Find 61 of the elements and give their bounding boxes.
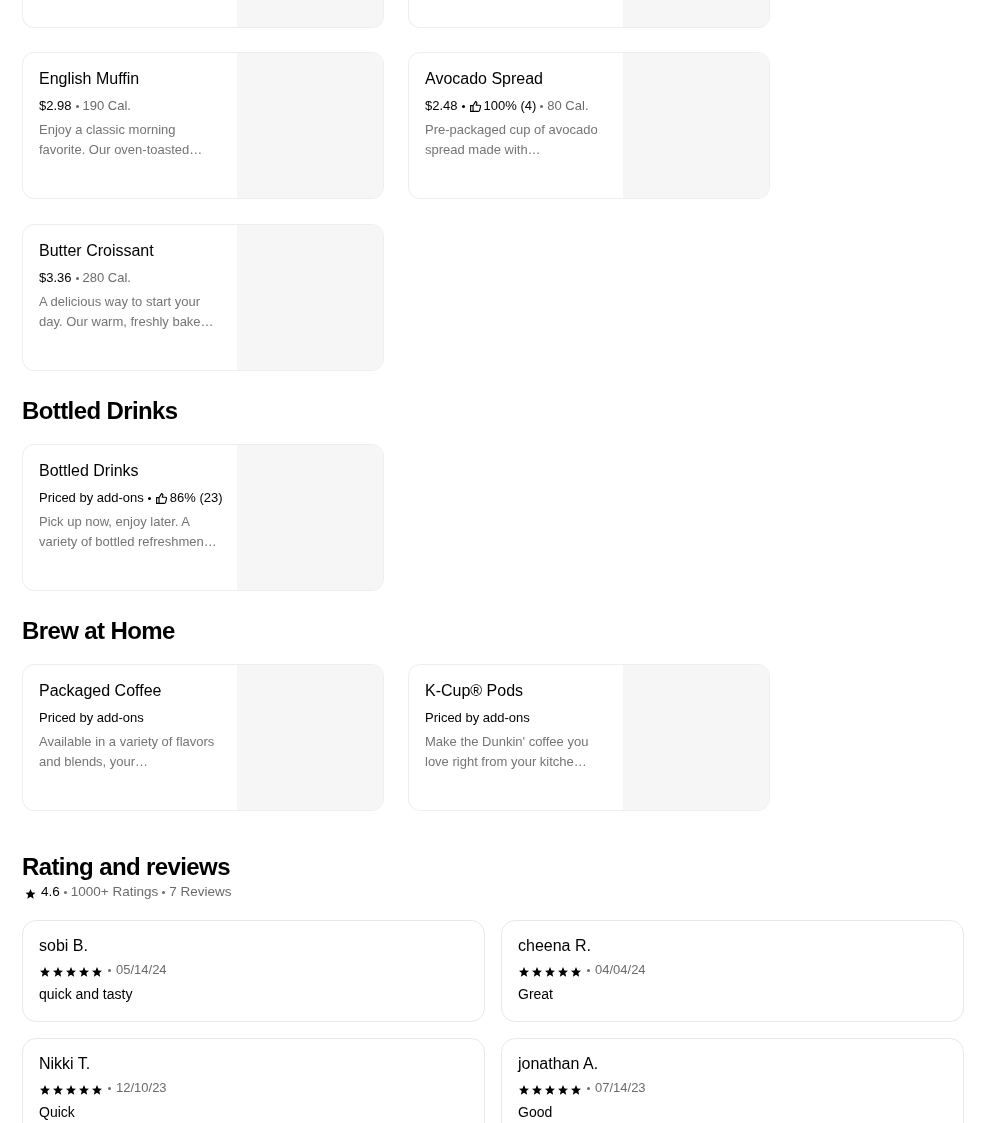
ratings-count: 1000+ Ratings [70, 883, 159, 901]
separator-dot [75, 276, 79, 280]
section-heading: Bottled Drinks [22, 396, 179, 426]
item-name: Bottled Drinks [39, 461, 140, 481]
item-name: English Muffin [39, 69, 141, 89]
separator-dot [587, 968, 590, 972]
item-price: Priced by add-ons [425, 709, 530, 727]
item-card[interactable]: Butter Croissant $3.36 280 Cal. A delicious way to start your day. Our warm, freshly bake… [22, 224, 384, 371]
item-name: Avocado Spread [425, 69, 544, 89]
item-calories: 190 Cal. [82, 97, 131, 115]
thumbs-up-icon [468, 99, 482, 113]
item-card[interactable]: Bottled Drinks Priced by add-ons 86% (23) Pick up now, enjoy later. A variety of bottled refreshmen… [22, 444, 384, 591]
item-card[interactable]: K-Cup® Pods Priced by add-ons Make the Dunkin' coffee you love right from your kitche… [408, 664, 770, 811]
review-date: 12/10/23 [116, 1079, 167, 1097]
item-description: Enjoy a classic morning favorite. Our oven-toasted… [39, 121, 204, 159]
review-text: Quick [39, 1103, 76, 1122]
reviewer-name: cheena R. [518, 936, 592, 956]
star-icon [24, 886, 37, 898]
review-date: 04/04/24 [595, 961, 646, 979]
review-text: quick and tasty [39, 985, 134, 1004]
item-price: Priced by add-ons [39, 709, 144, 727]
item-card[interactable]: Packaged Coffee Priced by add-ons Available in a variety of flavors and blends, your… [22, 664, 384, 811]
separator-dot [108, 1086, 111, 1090]
item-name: K-Cup® Pods [425, 681, 525, 701]
item-rating: 86% (23) [169, 489, 223, 507]
separator-dot [108, 968, 111, 972]
separator-dot [587, 1086, 590, 1090]
review-text: Great [518, 985, 554, 1004]
review-date: 07/14/23 [595, 1079, 646, 1097]
section-heading: Brew at Home [22, 616, 176, 646]
separator-dot [540, 104, 544, 108]
reviews-count: 7 Reviews [169, 883, 232, 901]
reviewer-name: Nikki T. [39, 1054, 92, 1074]
item-price: Priced by add-ons [39, 489, 144, 507]
item-description: Pick up now, enjoy later. A variety of bottled refreshmen… [39, 513, 218, 551]
item-rating: 100% (4) [483, 97, 537, 115]
item-price: $3.36 [39, 269, 72, 287]
item-calories: 80 Cal. [547, 97, 589, 115]
item-description: Make the Dunkin' coffee you love right from your kitche… [425, 733, 590, 771]
item-name: Packaged Coffee [39, 681, 163, 701]
separator-dot [162, 890, 166, 894]
reviewer-name: sobi B. [39, 936, 89, 956]
item-price: $2.48 [425, 97, 458, 115]
item-card[interactable]: Avocado Spread $2.48 100% (4) 80 Cal. Pre-packaged cup of avocado spread made with… [408, 52, 770, 199]
section-heading: Rating and reviews [22, 852, 231, 882]
item-card[interactable]: English Muffin $2.98 190 Cal. Enjoy a classic morning favorite. Our oven-toasted… [22, 52, 384, 199]
item-description: Available in a variety of flavors and blends, your… [39, 733, 216, 771]
item-calories: 280 Cal. [82, 269, 131, 287]
separator-dot [63, 890, 67, 894]
thumbs-up-icon [154, 491, 168, 505]
item-description: A delicious way to start your day. Our warm, freshly bake… [39, 293, 215, 331]
review-text: Good [518, 1103, 554, 1122]
overall-rating: 4.6 [41, 883, 60, 901]
separator-dot [461, 104, 465, 108]
item-description: Pre-packaged cup of avocado spread made with… [425, 121, 599, 159]
reviewer-name: jonathan A. [518, 1054, 600, 1074]
separator-dot [147, 496, 151, 500]
separator-dot [75, 104, 79, 108]
review-date: 05/14/24 [116, 961, 167, 979]
item-price: $2.98 [39, 97, 72, 115]
item-name: Butter Croissant [39, 241, 155, 261]
